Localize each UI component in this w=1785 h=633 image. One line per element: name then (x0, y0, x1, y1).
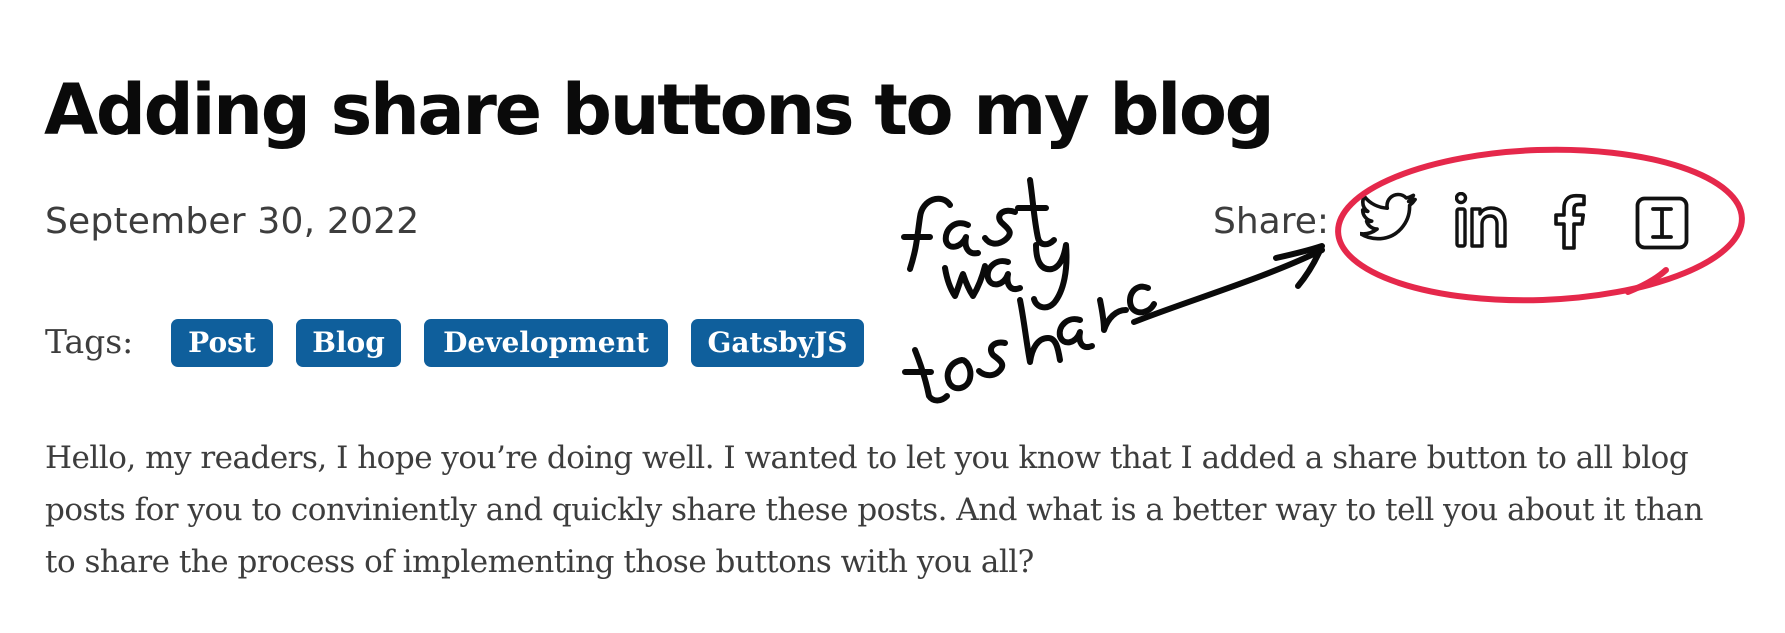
facebook-icon (1554, 193, 1586, 250)
linkedin-icon (1455, 192, 1507, 248)
tags-label: Tags: (45, 322, 134, 361)
tag-gatsbyjs[interactable]: GatsbyJS (691, 319, 864, 367)
share-twitter-button[interactable] (1360, 192, 1420, 244)
intro-line: to share the process of implementing tho… (45, 544, 1034, 580)
twitter-icon (1360, 192, 1417, 241)
tag-development[interactable]: Development (424, 319, 668, 367)
tag-blog[interactable]: Blog (296, 319, 401, 367)
share-label: Share: (1213, 201, 1330, 242)
intro-line: Hello, my readers, I hope you’re doing w… (45, 440, 1689, 476)
highlight-circle-tail (1625, 267, 1669, 295)
post-date: September 30, 2022 (45, 201, 420, 242)
tag-post[interactable]: Post (171, 319, 273, 367)
post-title: Adding share buttons to my blog (44, 69, 1275, 151)
intro-line: posts for you to conviniently and quickl… (45, 492, 1704, 528)
share-facebook-button[interactable] (1553, 190, 1587, 250)
arrow-icon (1131, 243, 1325, 325)
post-intro: Hello, my readers, I hope you’re doing w… (45, 432, 1765, 588)
share-linkedin-button[interactable] (1455, 192, 1511, 250)
instapaper-icon (1635, 196, 1689, 250)
handwritten-text (901, 177, 1157, 404)
share-instapaper-button[interactable] (1635, 196, 1689, 250)
